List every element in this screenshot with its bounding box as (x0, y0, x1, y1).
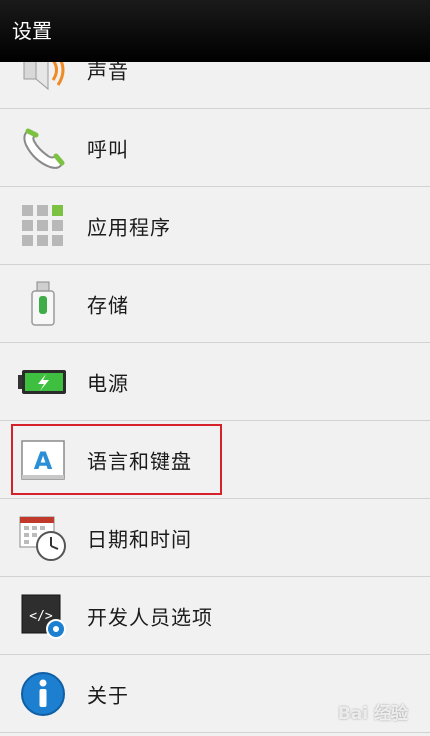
settings-screen: 设置 声音 呼叫 应用程序 存储 电源 A 语言和键盘 日期和时间 </> 开发… (0, 0, 430, 736)
settings-item-label: 应用程序 (87, 215, 171, 239)
settings-item-language-keyboard[interactable]: A 语言和键盘 (0, 421, 430, 499)
battery-icon (18, 357, 68, 407)
settings-item-label: 呼叫 (87, 137, 129, 161)
watermark: Bai 经验 (337, 704, 408, 724)
settings-item-label: 存储 (87, 293, 129, 317)
info-icon (18, 669, 68, 719)
page-title: 设置 (12, 18, 52, 43)
settings-item-developer-options[interactable]: </> 开发人员选项 (0, 577, 430, 655)
developer-code-icon: </> (18, 591, 68, 641)
phone-icon (18, 123, 68, 173)
settings-item-label: 日期和时间 (87, 527, 192, 551)
apps-grid-icon (18, 201, 68, 251)
title-bar: 设置 (0, 0, 430, 62)
svg-text:A: A (34, 447, 53, 475)
settings-list[interactable]: 声音 呼叫 应用程序 存储 电源 A 语言和键盘 日期和时间 </> 开发人员选… (0, 31, 430, 733)
settings-item-label: 开发人员选项 (87, 605, 213, 629)
settings-item-apps[interactable]: 应用程序 (0, 187, 430, 265)
settings-item-label: 电源 (87, 371, 129, 395)
settings-item-call[interactable]: 呼叫 (0, 109, 430, 187)
settings-item-power[interactable]: 电源 (0, 343, 430, 421)
settings-item-date-time[interactable]: 日期和时间 (0, 499, 430, 577)
settings-item-label: 语言和键盘 (87, 449, 192, 473)
language-keyboard-icon: A (18, 435, 68, 485)
calendar-clock-icon (18, 513, 68, 563)
settings-item-label: 关于 (87, 683, 129, 707)
settings-item-storage[interactable]: 存储 (0, 265, 430, 343)
usb-storage-icon (18, 279, 68, 329)
